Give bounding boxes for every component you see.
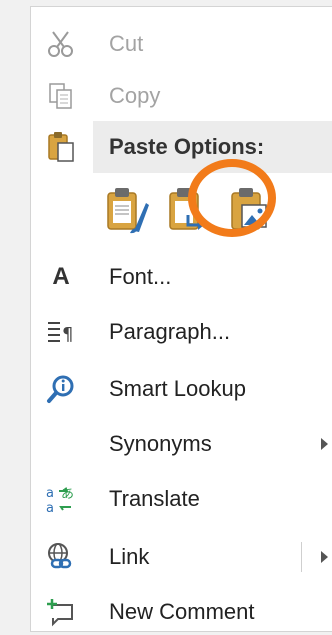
copy-icon xyxy=(45,80,77,112)
context-menu: Cut Copy Paste Options: A Font... ¶ Para… xyxy=(30,6,332,632)
svg-text:a: a xyxy=(46,486,54,501)
svg-text:あ: あ xyxy=(61,487,74,502)
submenu-arrow-icon xyxy=(321,438,328,450)
scissors-icon xyxy=(45,28,77,60)
menu-item-synonyms[interactable]: Synonyms xyxy=(31,417,332,471)
svg-text:¶: ¶ xyxy=(62,324,73,345)
submenu-arrow-icon xyxy=(321,551,328,563)
menu-item-label: Copy xyxy=(109,83,161,108)
menu-item-font[interactable]: A Font... xyxy=(31,250,332,304)
menu-item-new-comment[interactable]: New Comment xyxy=(31,585,332,631)
menu-item-label: Link xyxy=(109,544,150,569)
menu-item-label: New Comment xyxy=(109,599,255,624)
paragraph-icon: ¶ xyxy=(45,316,77,348)
menu-item-label: Translate xyxy=(109,486,200,511)
menu-item-cut[interactable]: Cut xyxy=(31,17,332,71)
svg-text:a: a xyxy=(46,501,54,515)
link-icon xyxy=(45,541,77,573)
new-comment-icon xyxy=(45,596,77,628)
menu-item-label: Synonyms xyxy=(109,431,212,456)
font-icon: A xyxy=(52,263,70,290)
menu-item-link[interactable]: Link xyxy=(31,530,332,584)
smart-lookup-icon xyxy=(45,373,77,405)
submenu-divider xyxy=(301,542,302,572)
translate-icon: a a あ xyxy=(45,483,77,515)
menu-item-label: Font... xyxy=(109,264,172,289)
paste-keep-source-formatting-icon xyxy=(104,185,150,240)
menu-item-translate[interactable]: a a あ Translate xyxy=(31,472,332,526)
menu-item-label: Smart Lookup xyxy=(109,376,246,401)
menu-item-label: Paragraph... xyxy=(109,319,231,344)
menu-item-copy[interactable]: Copy xyxy=(31,69,332,123)
menu-item-paragraph[interactable]: ¶ Paragraph... xyxy=(31,305,332,359)
paste-options-label: Paste Options: xyxy=(109,134,265,159)
menu-item-label: Cut xyxy=(109,31,144,56)
highlight-ring xyxy=(188,159,276,237)
clipboard-icon xyxy=(45,131,77,163)
menu-item-smart-lookup[interactable]: Smart Lookup xyxy=(31,362,332,416)
paste-keep-source-formatting-button[interactable] xyxy=(101,183,153,241)
